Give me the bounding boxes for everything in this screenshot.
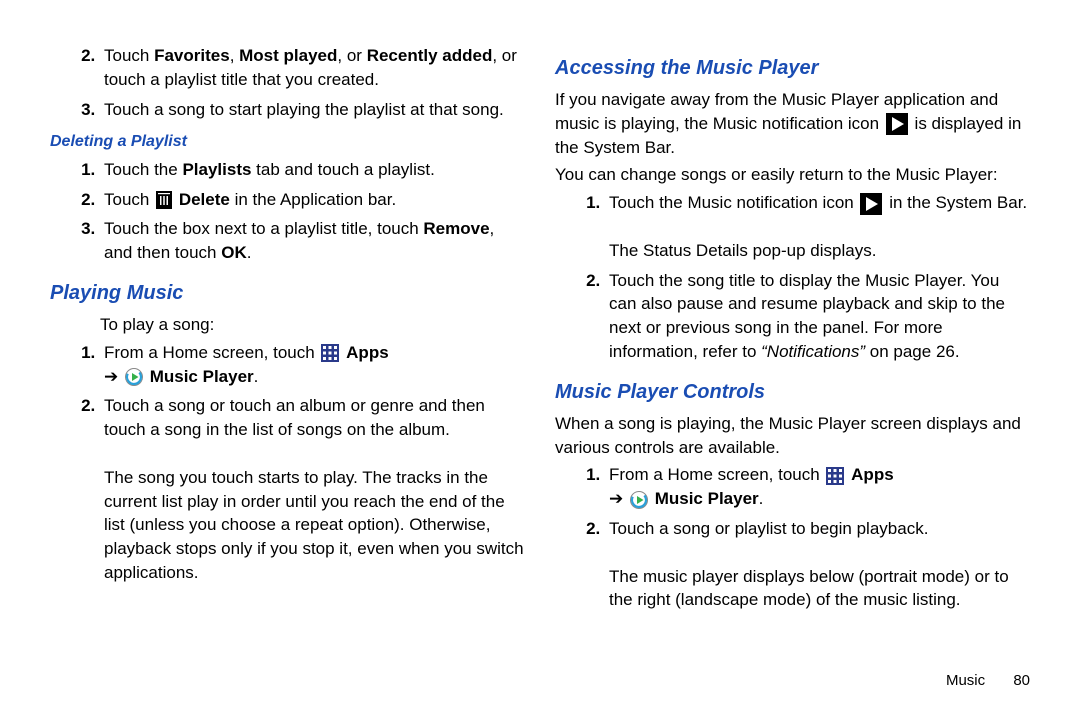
play-notification-icon [886,113,908,135]
left-column: Touch Favorites, Most played, or Recentl… [50,40,525,660]
controls-step-1: From a Home screen, touch Apps➔ Music Pl… [605,463,1030,511]
controls-step-2: Touch a song or playlist to begin playba… [605,517,1030,612]
access-step-1: Touch the Music notification icon in the… [605,191,1030,262]
delete-playlist-steps: Touch the Playlists tab and touch a play… [50,158,525,265]
apps-grid-icon [321,344,339,362]
music-player-icon [125,368,143,386]
music-player-icon [630,491,648,509]
footer-page-number: 80 [1013,672,1030,689]
trash-icon [156,191,172,209]
heading-playing-music: Playing Music [50,279,525,307]
delete-step-1: Touch the Playlists tab and touch a play… [100,158,525,182]
controls-intro: When a song is playing, the Music Player… [555,412,1030,460]
playlist-steps-continued: Touch Favorites, Most played, or Recentl… [50,44,525,121]
playing-music-steps: From a Home screen, touch Apps➔ Music Pl… [50,341,525,585]
playing-intro: To play a song: [100,313,525,337]
access-step-2: Touch the song title to display the Musi… [605,269,1030,364]
accessing-p2: You can change songs or easily return to… [555,163,1030,187]
heading-player-controls: Music Player Controls [555,378,1030,406]
page-footer: Music 80 [50,670,1030,691]
play-notification-icon [860,193,882,215]
playing-step-2: Touch a song or touch an album or genre … [100,394,525,584]
footer-section: Music [946,672,985,689]
step-3: Touch a song to start playing the playli… [100,98,525,122]
delete-step-3: Touch the box next to a playlist title, … [100,217,525,265]
playing-step-1: From a Home screen, touch Apps➔ Music Pl… [100,341,525,389]
right-column: Accessing the Music Player If you naviga… [555,40,1030,660]
delete-step-2: Touch Delete in the Application bar. [100,188,525,212]
controls-steps: From a Home screen, touch Apps➔ Music Pl… [555,463,1030,612]
heading-deleting-playlist: Deleting a Playlist [50,131,525,153]
accessing-p1: If you navigate away from the Music Play… [555,88,1030,159]
accessing-steps: Touch the Music notification icon in the… [555,191,1030,364]
step-2: Touch Favorites, Most played, or Recentl… [100,44,525,92]
heading-accessing-player: Accessing the Music Player [555,54,1030,82]
apps-grid-icon [826,467,844,485]
